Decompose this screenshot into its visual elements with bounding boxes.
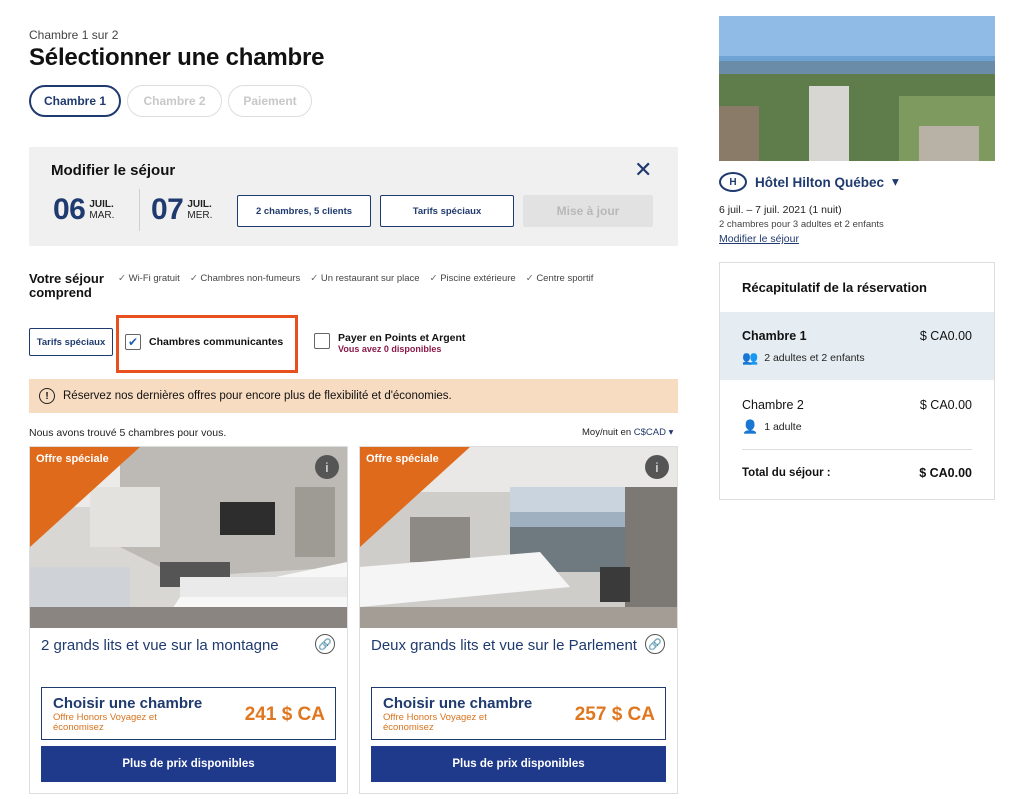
amenity-item: Un restaurant sur place xyxy=(310,273,420,284)
summary-room-guests: 1 adulte xyxy=(764,421,802,433)
summary-room-price: $ CA0.00 xyxy=(919,329,972,343)
guest-icon: 👤 xyxy=(742,419,759,434)
rooms-guests-button[interactable]: 2 chambres, 5 clients xyxy=(237,195,371,227)
info-icon[interactable]: i xyxy=(645,455,669,479)
room-card: Offre spéciale i 2 grands lits et vue su… xyxy=(29,446,348,794)
summary-room-row[interactable]: Chambre 1 $ CA0.00 👥 2 adultes et 2 enfa… xyxy=(720,312,994,380)
room-photo[interactable]: Offre spéciale i xyxy=(360,447,677,628)
page-title: Sélectionner une chambre xyxy=(29,44,325,71)
checkin-month: JUIL. xyxy=(89,199,114,210)
room-card: Offre spéciale i Deux grands lits et vue… xyxy=(359,446,678,794)
room-photo[interactable]: Offre spéciale i xyxy=(30,447,347,628)
total-price: $ CA0.00 xyxy=(919,466,972,480)
summary-room-name: Chambre 1 xyxy=(742,329,807,343)
connecting-rooms-filter[interactable]: ✔ Chambres communicantes xyxy=(125,334,283,350)
results-count: Nous avons trouvé 5 chambres pour vous. xyxy=(29,427,227,439)
link-icon[interactable]: 🔗 xyxy=(315,634,335,654)
choose-room-button[interactable]: Choisir une chambre Offre Honors Voyagez… xyxy=(41,687,336,740)
modify-stay-title: Modifier le séjour xyxy=(51,162,176,179)
offer-label: Offre Honors Voyagez et économisez xyxy=(53,712,157,733)
update-button[interactable]: Mise à jour xyxy=(523,195,653,227)
info-icon: ! xyxy=(39,388,55,404)
offers-notice: ! Réservez nos dernières offres pour enc… xyxy=(29,379,678,413)
total-label: Total du séjour : xyxy=(742,467,831,479)
avg-night-label: Moy/nuit en xyxy=(582,427,632,438)
special-rates-filter-button[interactable]: Tarifs spéciaux xyxy=(29,328,113,356)
summary-room-name: Chambre 2 xyxy=(742,398,804,412)
hotel-selector[interactable]: H Hôtel Hilton Québec ▾ xyxy=(719,172,899,192)
modify-stay-link[interactable]: Modifier le séjour xyxy=(719,233,799,245)
hilton-logo-icon: H xyxy=(719,172,747,192)
date-divider xyxy=(139,189,140,231)
more-prices-button[interactable]: Plus de prix disponibles xyxy=(41,746,336,782)
hotel-name[interactable]: Hôtel Hilton Québec xyxy=(755,175,884,190)
room-name-link[interactable]: Deux grands lits et vue sur le Parlement xyxy=(371,635,641,656)
badge-label: Offre spéciale xyxy=(36,453,109,465)
amenity-item: Chambres non-fumeurs xyxy=(190,273,300,284)
room-price: 257 $ CA xyxy=(574,704,655,725)
summary-room-guests: 2 adultes et 2 enfants xyxy=(764,352,865,364)
checkin-date[interactable]: 06 JUIL. MAR. xyxy=(53,193,114,227)
points-available-label: Vous avez 0 disponibles xyxy=(338,344,442,354)
connecting-rooms-label: Chambres communicantes xyxy=(149,336,284,348)
choose-room-label: Choisir une chambre xyxy=(53,695,203,712)
summary-room-price: $ CA0.00 xyxy=(919,398,972,412)
caret-down-icon: ▾ xyxy=(892,174,899,189)
summary-room-row[interactable]: Chambre 2 $ CA0.00 👤 1 adulte xyxy=(720,381,994,449)
room-price: 241 $ CA xyxy=(244,704,325,725)
divider xyxy=(742,449,972,450)
amenity-item: Centre sportif xyxy=(526,273,593,284)
amenity-item: Wi-Fi gratuit xyxy=(118,273,180,284)
amenities-list: Wi-Fi gratuit Chambres non-fumeurs Un re… xyxy=(118,273,594,284)
special-rates-button[interactable]: Tarifs spéciaux xyxy=(380,195,514,227)
checkout-weekday: MER. xyxy=(187,210,213,221)
step-tabs: Chambre 1 Chambre 2 Paiement xyxy=(29,85,312,117)
offer-label: Offre Honors Voyagez et économisez xyxy=(383,712,487,733)
currency-value[interactable]: C$CAD xyxy=(634,427,666,438)
amenity-item: Piscine extérieure xyxy=(430,273,516,284)
room-name-link[interactable]: 2 grands lits et vue sur la montagne xyxy=(41,635,311,656)
points-money-filter[interactable]: Payer en Points et Argent Vous avez 0 di… xyxy=(314,333,465,354)
close-icon[interactable]: ✕ xyxy=(634,157,652,183)
checkbox-icon[interactable] xyxy=(314,333,330,349)
link-icon[interactable]: 🔗 xyxy=(645,634,665,654)
checkin-weekday: MAR. xyxy=(89,210,115,221)
more-prices-button[interactable]: Plus de prix disponibles xyxy=(371,746,666,782)
badge-label: Offre spéciale xyxy=(366,453,439,465)
tab-chambre-2[interactable]: Chambre 2 xyxy=(127,85,222,117)
tab-chambre-1[interactable]: Chambre 1 xyxy=(29,85,121,117)
caret-down-icon: ▾ xyxy=(668,427,674,438)
currency-selector[interactable]: Moy/nuit en C$CAD ▾ xyxy=(582,427,673,438)
stay-includes-label: Votre séjour comprend xyxy=(29,271,104,300)
tab-paiement[interactable]: Paiement xyxy=(228,85,312,117)
hotel-photo xyxy=(719,16,995,161)
checkout-date[interactable]: 07 JUIL. MER. xyxy=(151,193,212,227)
checkout-month: JUIL. xyxy=(187,199,212,210)
step-count: Chambre 1 sur 2 xyxy=(29,28,119,42)
choose-room-button[interactable]: Choisir une chambre Offre Honors Voyagez… xyxy=(371,687,666,740)
booking-summary: Récapitulatif de la réservation Chambre … xyxy=(719,262,995,500)
modify-stay-panel: Modifier le séjour ✕ 06 JUIL. MAR. 07 JU… xyxy=(29,147,678,246)
checkin-day: 06 xyxy=(53,193,86,226)
checkbox-checked-icon[interactable]: ✔ xyxy=(125,334,141,350)
points-money-label: Payer en Points et Argent xyxy=(338,332,466,344)
stay-dates: 6 juil. – 7 juil. 2021 (1 nuit) xyxy=(719,204,842,216)
guests-icon: 👥 xyxy=(742,350,759,365)
stay-guests: 2 chambres pour 3 adultes et 2 enfants xyxy=(719,219,884,230)
summary-title: Récapitulatif de la réservation xyxy=(742,280,927,295)
checkout-day: 07 xyxy=(151,193,184,226)
notice-text: Réservez nos dernières offres pour encor… xyxy=(63,390,452,402)
choose-room-label: Choisir une chambre xyxy=(383,695,533,712)
info-icon[interactable]: i xyxy=(315,455,339,479)
